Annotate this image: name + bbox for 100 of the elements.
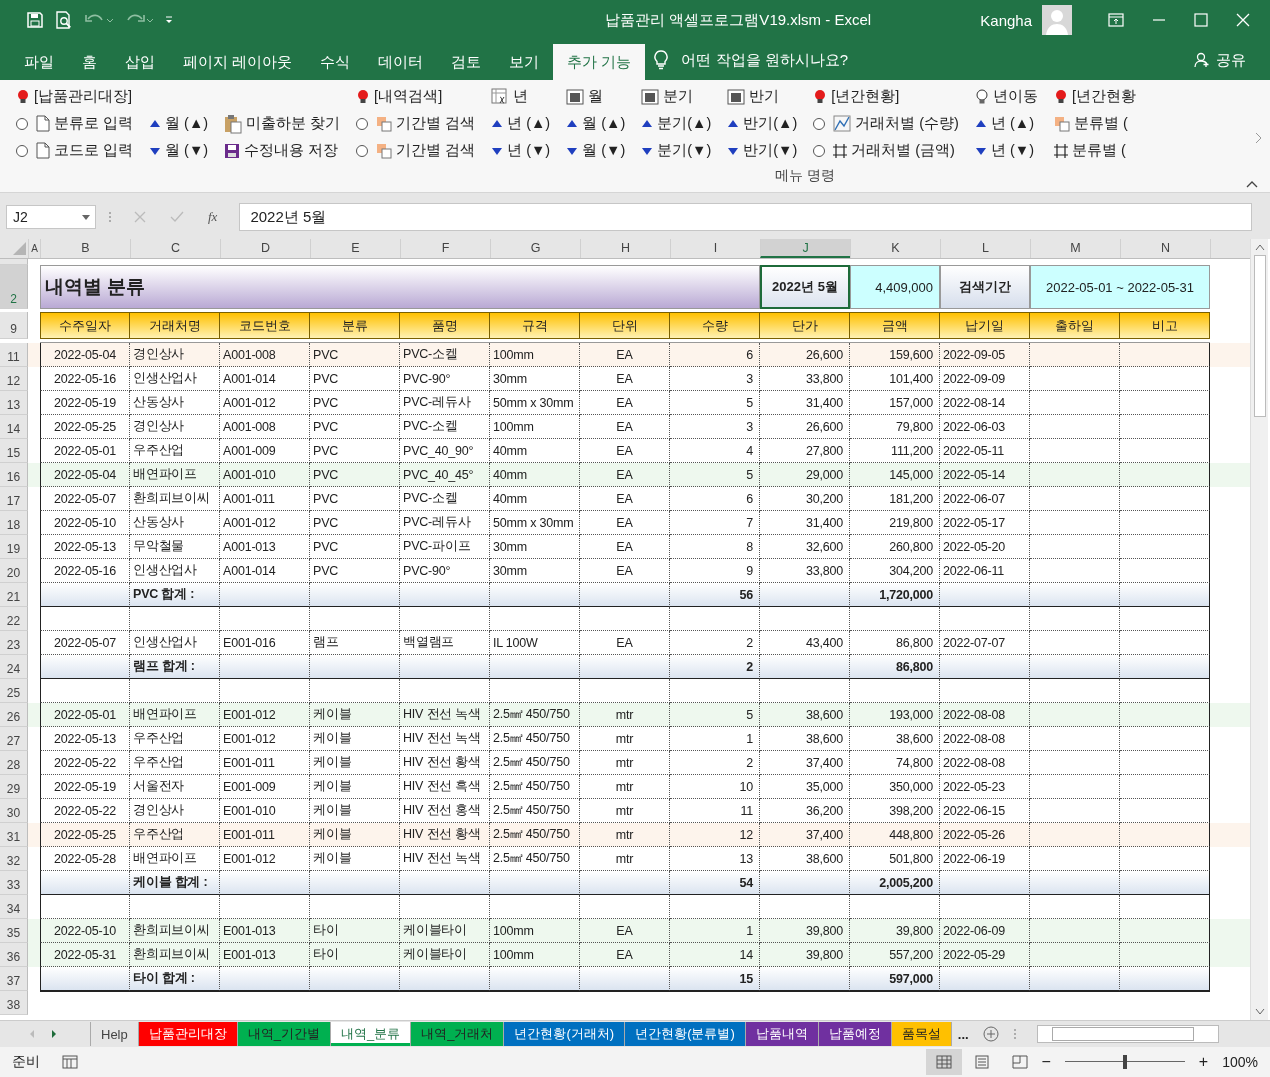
ribbon-tab[interactable]: 보기: [495, 44, 554, 80]
page-break-icon[interactable]: [1011, 1055, 1028, 1069]
ribbon-button[interactable]: 년 (▼): [489, 137, 553, 164]
ribbon-tab[interactable]: 페이지 레이아웃: [169, 44, 307, 80]
column-header[interactable]: N: [1120, 239, 1210, 258]
sheet-tab[interactable]: 납품예정: [818, 1022, 892, 1046]
radio-button[interactable]: [356, 117, 369, 130]
row-number[interactable]: 19: [0, 535, 28, 559]
ribbon-button[interactable]: 월 (▼): [147, 137, 211, 164]
column-header[interactable]: C: [130, 239, 220, 258]
row-number[interactable]: 24: [0, 655, 28, 679]
row-number[interactable]: 27: [0, 727, 28, 751]
close-icon[interactable]: [1236, 13, 1250, 27]
zoom-level[interactable]: 100%: [1222, 1054, 1258, 1070]
column-header[interactable]: D: [220, 239, 310, 258]
ribbon-button[interactable]: 분류별 (: [1051, 110, 1138, 137]
more-sheets-button[interactable]: ...: [957, 1026, 969, 1042]
ribbon-heading[interactable]: [년간현황: [1051, 83, 1138, 110]
scroll-up-icon[interactable]: [1254, 243, 1265, 251]
column-header[interactable]: H: [580, 239, 670, 258]
radio-button[interactable]: [813, 144, 826, 157]
column-header[interactable]: M: [1030, 239, 1120, 258]
scroll-down-icon[interactable]: [1254, 1008, 1265, 1016]
row-number[interactable]: 22: [0, 607, 28, 631]
column-header[interactable]: K: [850, 239, 940, 258]
ribbon-button[interactable]: 년 (▲): [972, 110, 1040, 137]
ribbon-button[interactable]: 분기(▲): [639, 110, 714, 137]
ribbon-button[interactable]: 월 (▼): [564, 137, 628, 164]
row-number[interactable]: 33: [0, 871, 28, 895]
radio-option[interactable]: 거래처별 (금액): [811, 137, 961, 164]
ribbon-button[interactable]: 수정내용 저장: [222, 137, 343, 164]
row-number[interactable]: 38: [0, 991, 28, 1015]
ribbon-button[interactable]: 반기(▼): [725, 137, 800, 164]
radio-button[interactable]: [16, 117, 28, 130]
ribbon-button[interactable]: 미출하분 찾기: [222, 110, 343, 137]
row-number[interactable]: 11: [0, 343, 28, 367]
radio-button[interactable]: [813, 117, 826, 130]
ribbon-button[interactable]: 년이동: [972, 83, 1040, 110]
ribbon-button[interactable]: 년 (▼): [972, 137, 1040, 164]
zoom-slider-thumb[interactable]: [1122, 1055, 1127, 1069]
ribbon-tab[interactable]: 홈: [68, 44, 111, 80]
radio-button[interactable]: [356, 144, 369, 157]
ribbon-tab[interactable]: 파일: [10, 44, 68, 80]
row-number[interactable]: 21: [0, 583, 28, 607]
ribbon-tab[interactable]: 수식: [306, 44, 365, 80]
ribbon-heading[interactable]: [내역검색]: [354, 83, 478, 110]
row-number[interactable]: 18: [0, 511, 28, 535]
ribbon-tab[interactable]: 삽입: [111, 44, 169, 80]
tell-me-field[interactable]: 어떤 작업을 원하시나요?: [681, 50, 849, 70]
sheet-tab[interactable]: Help: [91, 1022, 139, 1046]
row-number[interactable]: 9: [0, 312, 28, 339]
row-number[interactable]: 30: [0, 799, 28, 823]
column-header[interactable]: G: [490, 239, 580, 258]
normal-view-icon[interactable]: [925, 1049, 962, 1075]
row-number[interactable]: 28: [0, 751, 28, 775]
ribbon-button[interactable]: 분기(▼): [639, 137, 714, 164]
ribbon-button[interactable]: 년 (▲): [489, 110, 553, 137]
sheet-tab[interactable]: 내역_기간별: [237, 1022, 331, 1046]
radio-option[interactable]: 기간별 검색: [354, 110, 478, 137]
row-number[interactable]: 34: [0, 895, 28, 919]
collapse-ribbon-icon[interactable]: [1246, 180, 1258, 188]
column-header[interactable]: L: [940, 239, 1030, 258]
column-header[interactable]: F: [400, 239, 490, 258]
radio-option[interactable]: 분류로 입력: [14, 110, 136, 137]
ribbon-button[interactable]: 월: [564, 83, 628, 110]
ribbon-heading[interactable]: [납품관리대장]: [14, 83, 136, 110]
column-header[interactable]: A: [28, 239, 40, 258]
ribbon-tab[interactable]: 검토: [437, 44, 496, 80]
row-number[interactable]: 25: [0, 679, 28, 703]
row-number[interactable]: 2: [0, 265, 28, 309]
radio-option[interactable]: 코드로 입력: [14, 137, 136, 164]
ribbon-button[interactable]: 반기(▲): [725, 110, 800, 137]
sheet-tab[interactable]: 내역_거래처: [411, 1022, 505, 1046]
row-number[interactable]: 14: [0, 415, 28, 439]
print-preview-icon[interactable]: [54, 10, 74, 30]
next-sheet-icon[interactable]: [50, 1029, 58, 1039]
formula-field[interactable]: 2022년 5월: [239, 203, 1252, 231]
row-number[interactable]: 16: [0, 463, 28, 487]
insert-function-button[interactable]: fx: [208, 209, 218, 225]
row-number[interactable]: 20: [0, 559, 28, 583]
row-number[interactable]: 15: [0, 439, 28, 463]
horizontal-scrollbar[interactable]: [1036, 1025, 1219, 1043]
row-number[interactable]: 23: [0, 631, 28, 655]
sheet-tab[interactable]: 납품내역: [745, 1022, 819, 1046]
macro-record-icon[interactable]: [62, 1055, 78, 1069]
ribbon-button[interactable]: 년: [489, 83, 553, 110]
row-number[interactable]: 37: [0, 967, 28, 991]
radio-button[interactable]: [16, 144, 28, 157]
maximize-icon[interactable]: [1194, 13, 1208, 27]
ribbon-tab[interactable]: 추가 기능: [553, 44, 646, 80]
scrollbar-thumb[interactable]: [1253, 255, 1266, 417]
zoom-out-button[interactable]: −: [1041, 1053, 1051, 1071]
radio-option[interactable]: 기간별 검색: [354, 137, 478, 164]
sheet-tab[interactable]: 내역_분류: [331, 1022, 412, 1046]
sheet-tab[interactable]: 년간현황(거래처): [504, 1022, 626, 1046]
ribbon-button[interactable]: 월 (▲): [564, 110, 628, 137]
sheet-tab[interactable]: 품목설: [891, 1022, 952, 1046]
row-number[interactable]: 17: [0, 487, 28, 511]
sheet-tab[interactable]: 납품관리대장: [138, 1022, 238, 1046]
row-number[interactable]: 36: [0, 943, 28, 967]
